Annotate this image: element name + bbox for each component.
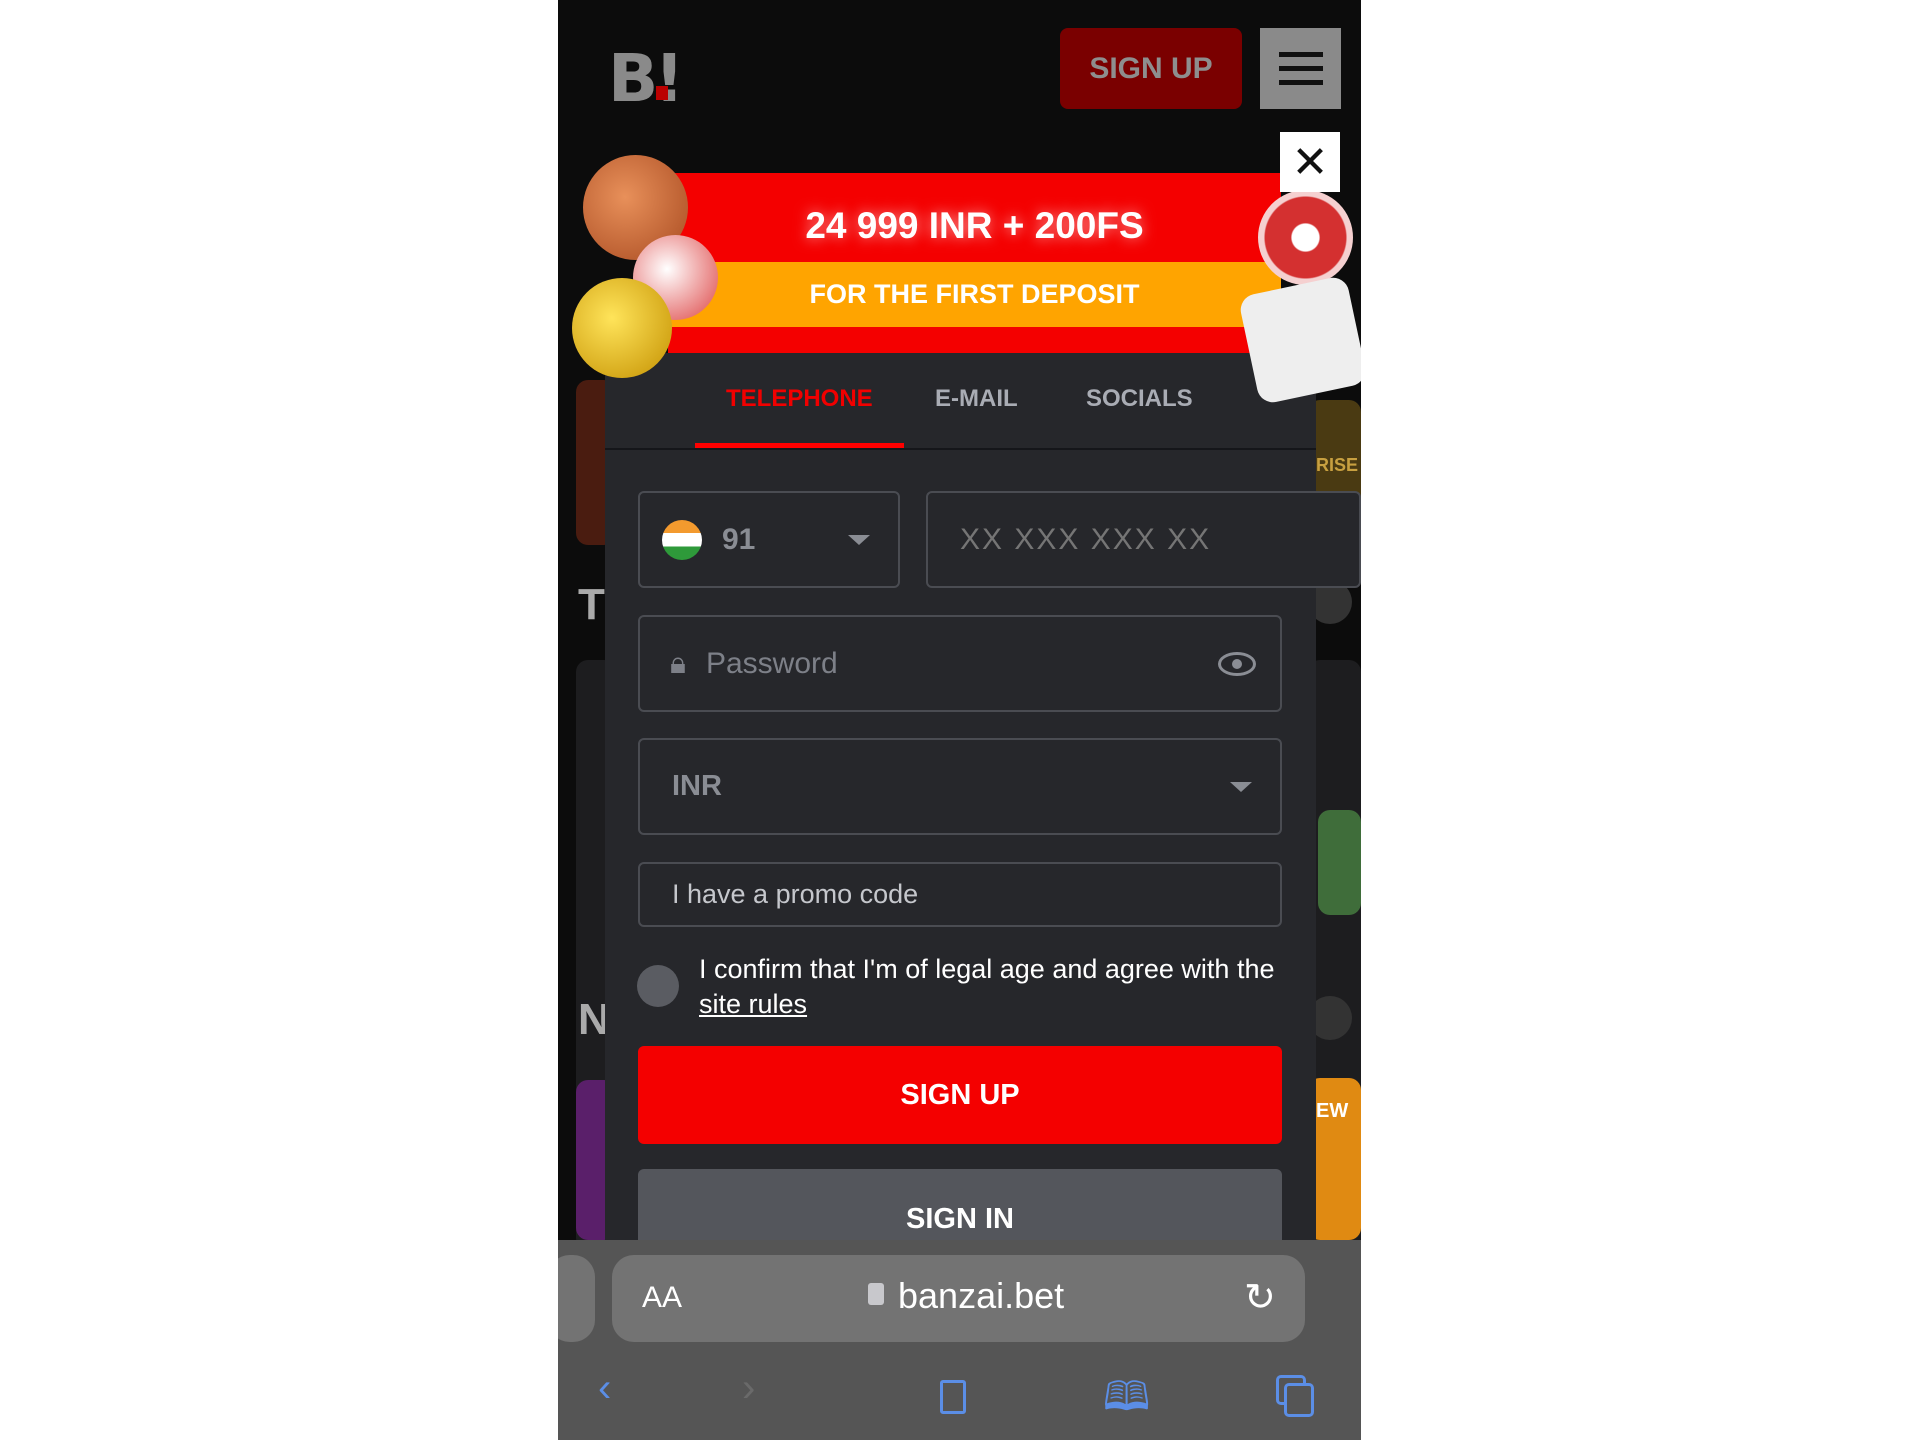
currency-select[interactable]: INR [638, 738, 1282, 835]
gold-medal-icon [572, 278, 672, 378]
lock-icon [868, 1283, 884, 1305]
tab-telephone[interactable]: TELEPHONE [726, 385, 873, 413]
currency-value: INR [672, 770, 722, 802]
background-game-text: EW [1316, 1100, 1349, 1122]
casino-chip-icon [1258, 190, 1353, 285]
chevron-down-icon [1230, 781, 1252, 792]
tab-divider [605, 448, 1316, 450]
consent-text: I confirm that I'm of legal age and agre… [699, 954, 1275, 1019]
back-icon[interactable]: ‹ [598, 1366, 611, 1411]
hamburger-icon[interactable] [1260, 28, 1341, 109]
previous-tab-pill[interactable] [558, 1255, 595, 1342]
forward-icon[interactable]: › [742, 1366, 755, 1411]
tab-socials[interactable]: SOCIALS [1086, 385, 1193, 413]
dice-icon [1237, 274, 1361, 406]
reload-icon[interactable]: ↻ [1244, 1275, 1276, 1320]
promo-code-toggle[interactable]: I have a promo code [638, 862, 1282, 927]
tabs-icon-front [1284, 1383, 1314, 1417]
background-game-tile [1318, 810, 1361, 915]
bonus-subtitle: FOR THE FIRST DEPOSIT [668, 262, 1281, 327]
india-flag-icon [662, 519, 702, 560]
country-code-select[interactable]: 91 [638, 491, 900, 588]
password-placeholder: Password [705, 646, 838, 680]
phone-screen: T N RISE EW B! SIGN UP 24 999 INR + 200F… [558, 0, 1361, 1440]
country-code: 91 [722, 522, 756, 556]
browser-toolbar: AA banzai.bet ↻ ‹ › 🕮︎ [558, 1240, 1361, 1440]
lock-icon: 🔒︎ [670, 646, 686, 680]
url-text[interactable]: banzai.bet [898, 1275, 1064, 1317]
password-input[interactable]: 🔒︎ Password [638, 615, 1282, 712]
tab-email[interactable]: E-MAIL [935, 385, 1018, 413]
share-icon[interactable] [940, 1380, 966, 1414]
bookmarks-icon[interactable]: 🕮︎ [1103, 1368, 1150, 1436]
signup-button[interactable]: SIGN UP [638, 1046, 1282, 1144]
background-section-letter: T [578, 580, 605, 629]
logo[interactable]: B! [608, 40, 684, 117]
phone-number-input[interactable] [926, 491, 1361, 588]
address-bar[interactable]: AA banzai.bet ↻ [612, 1255, 1305, 1342]
site-rules-link[interactable]: site rules [699, 989, 807, 1019]
consent-checkbox[interactable] [637, 965, 679, 1007]
header-signup-button[interactable]: SIGN UP [1060, 28, 1242, 109]
close-icon[interactable]: ✕ [1280, 132, 1340, 192]
chevron-down-icon [848, 534, 870, 545]
eye-icon[interactable] [1218, 651, 1256, 676]
background-game-text: RISE [1316, 455, 1359, 475]
text-size-button[interactable]: AA [642, 1281, 682, 1315]
promo-banner: 24 999 INR + 200FS FOR THE FIRST DEPOSIT [668, 173, 1281, 353]
bonus-amount: 24 999 INR + 200FS [805, 205, 1144, 246]
